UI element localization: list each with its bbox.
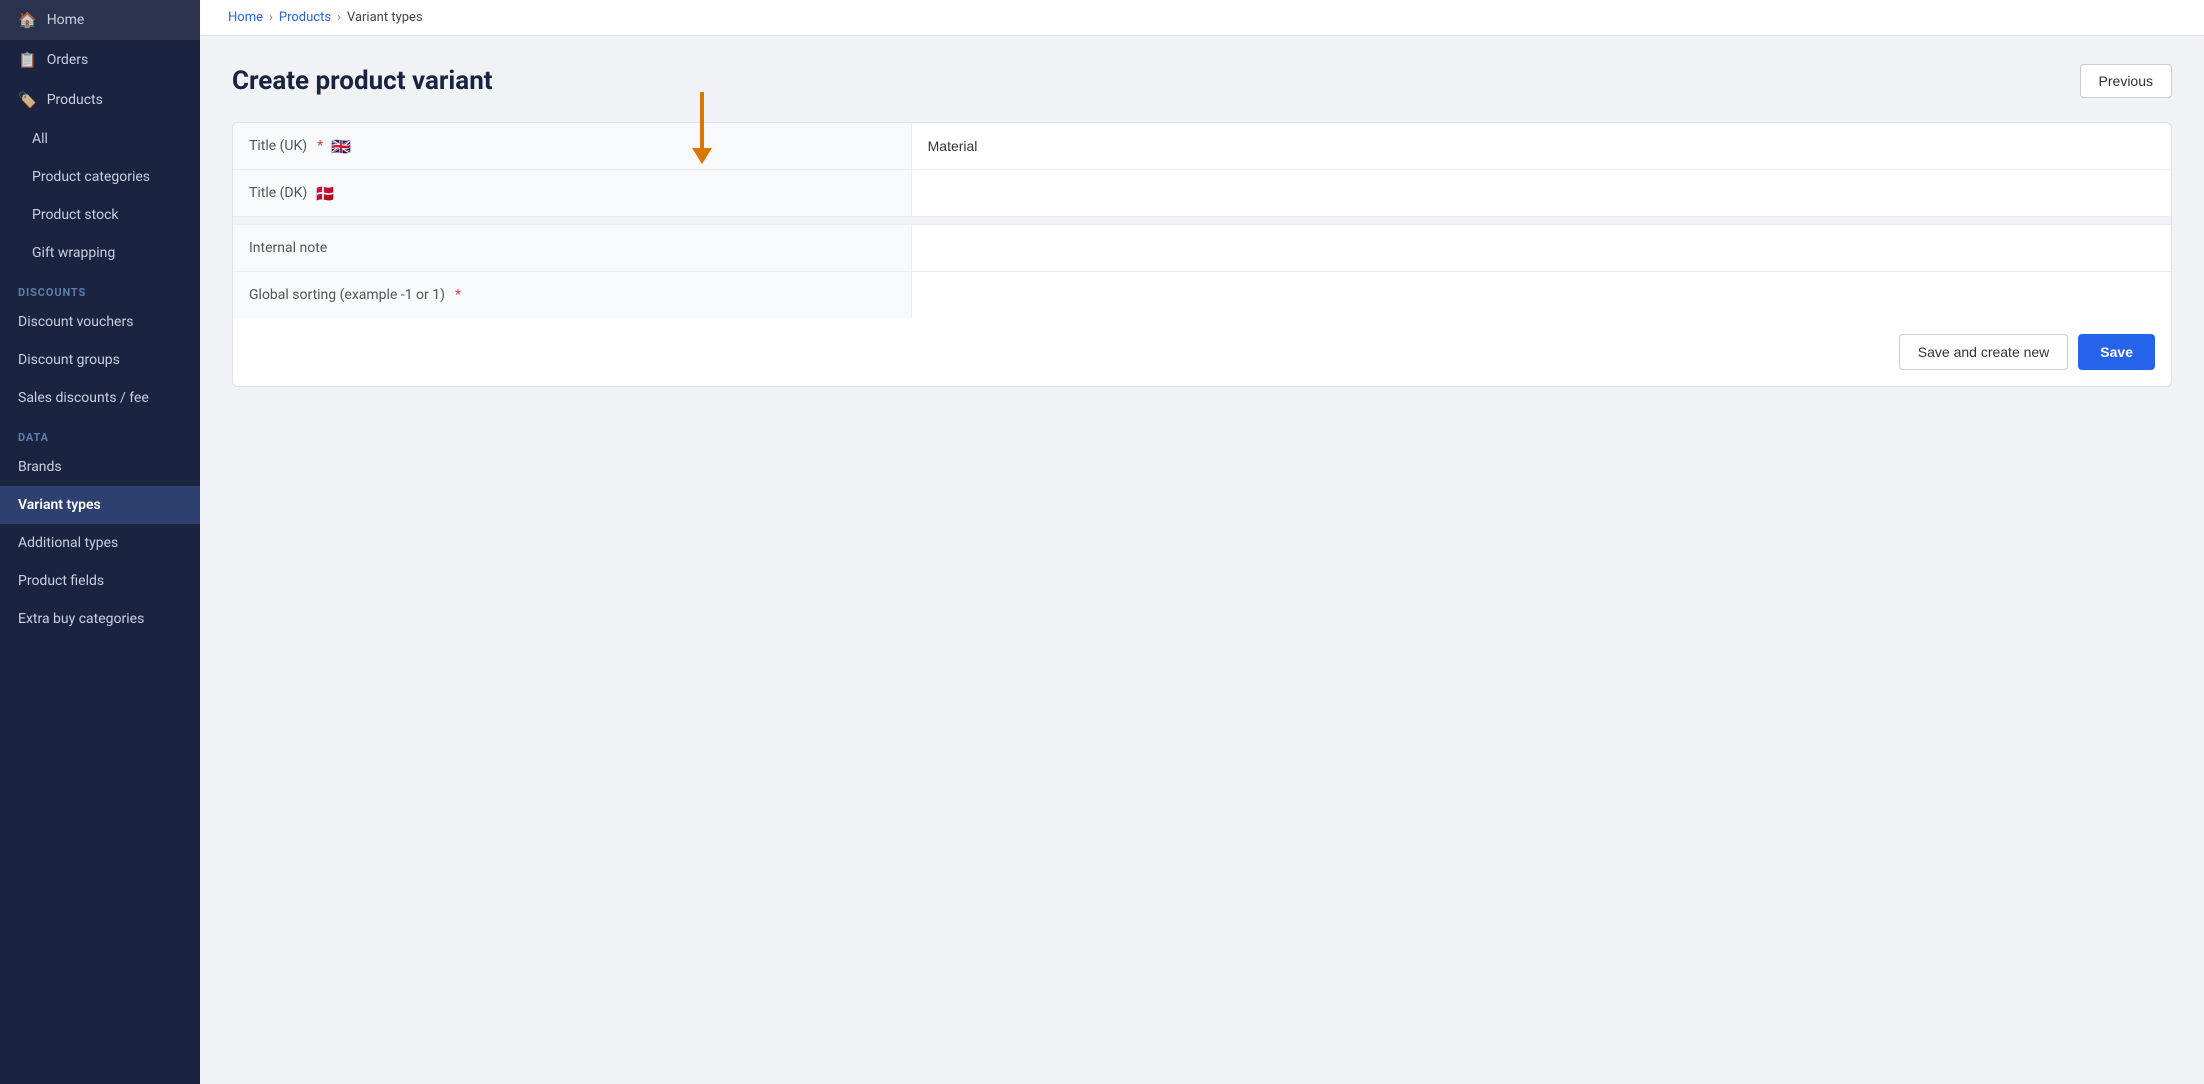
breadcrumb-products[interactable]: Products [279, 10, 331, 25]
sidebar: 🏠 Home 📋 Orders 🏷️ Products All Product … [0, 0, 200, 1084]
breadcrumb-sep-2: › [337, 10, 341, 25]
internal-note-label: Internal note [249, 240, 327, 256]
title-dk-input[interactable] [928, 183, 2155, 203]
sidebar-item-products[interactable]: 🏷️ Products [0, 80, 200, 120]
content-relative: Title (UK) * 🇬🇧 [232, 122, 2172, 387]
sidebar-item-variant-types[interactable]: Variant types [0, 486, 200, 524]
divider-cell [233, 217, 2171, 225]
divider-row [233, 217, 2171, 225]
sidebar-item-extra-buy-categories[interactable]: Extra buy categories [0, 600, 200, 638]
global-sorting-row: Global sorting (example -1 or 1) * [233, 272, 2171, 319]
page-header: Create product variant Previous [232, 64, 2172, 98]
main-content: Home › Products › Variant types Create p… [200, 0, 2204, 1084]
breadcrumb-current: Variant types [347, 10, 423, 25]
sidebar-item-product-categories[interactable]: Product categories [0, 158, 200, 196]
page-title: Create product variant [232, 66, 493, 96]
form-card: Title (UK) * 🇬🇧 [232, 122, 2172, 387]
dk-flag-icon: 🇩🇰 [315, 184, 335, 203]
title-uk-input[interactable] [928, 136, 2155, 156]
global-sorting-label-cell: Global sorting (example -1 or 1) * [233, 272, 911, 319]
breadcrumb-bar: Home › Products › Variant types [200, 0, 2204, 36]
title-uk-value-cell [911, 123, 2170, 170]
title-uk-row: Title (UK) * 🇬🇧 [233, 123, 2171, 170]
global-sorting-label: Global sorting (example -1 or 1) [249, 287, 445, 303]
sidebar-item-home[interactable]: 🏠 Home [0, 0, 200, 40]
title-uk-label: Title (UK) [249, 138, 307, 154]
global-sorting-value-cell [911, 272, 2170, 319]
internal-note-row: Internal note [233, 225, 2171, 272]
title-dk-row: Title (DK) 🇩🇰 [233, 170, 2171, 217]
title-dk-label: Title (DK) [249, 185, 307, 201]
internal-note-input[interactable] [928, 238, 2155, 258]
form-table: Title (UK) * 🇬🇧 [233, 123, 2171, 318]
discounts-section-label: DISCOUNTS [0, 272, 200, 303]
sidebar-item-discount-vouchers[interactable]: Discount vouchers [0, 303, 200, 341]
sidebar-item-additional-types[interactable]: Additional types [0, 524, 200, 562]
internal-note-label-cell: Internal note [233, 225, 911, 272]
orders-icon: 📋 [18, 51, 37, 69]
breadcrumb-home[interactable]: Home [228, 10, 263, 25]
home-icon: 🏠 [18, 11, 37, 29]
global-sorting-input[interactable] [928, 285, 2155, 305]
page-content: Create product variant Previous Title (U… [200, 36, 2204, 1084]
breadcrumb-sep-1: › [269, 10, 273, 25]
title-uk-required: * [317, 138, 323, 154]
sidebar-item-discount-groups[interactable]: Discount groups [0, 341, 200, 379]
data-section-label: DATA [0, 417, 200, 448]
uk-flag-icon: 🇬🇧 [331, 137, 351, 156]
sidebar-item-all[interactable]: All [0, 120, 200, 158]
sidebar-item-sales-discounts[interactable]: Sales discounts / fee [0, 379, 200, 417]
sidebar-item-gift-wrapping[interactable]: Gift wrapping [0, 234, 200, 272]
products-icon: 🏷️ [18, 91, 37, 109]
internal-note-value-cell [911, 225, 2170, 272]
save-button[interactable]: Save [2078, 334, 2155, 370]
sidebar-item-product-stock[interactable]: Product stock [0, 196, 200, 234]
title-uk-label-cell: Title (UK) * 🇬🇧 [233, 123, 911, 170]
sidebar-item-orders[interactable]: 📋 Orders [0, 40, 200, 80]
form-actions: Save and create new Save [233, 318, 2171, 386]
title-dk-label-cell: Title (DK) 🇩🇰 [233, 170, 911, 217]
global-sorting-required: * [455, 287, 461, 303]
previous-button[interactable]: Previous [2080, 64, 2172, 98]
save-and-create-new-button[interactable]: Save and create new [1899, 334, 2069, 370]
sidebar-item-product-fields[interactable]: Product fields [0, 562, 200, 600]
title-dk-value-cell [911, 170, 2170, 217]
sidebar-item-brands[interactable]: Brands [0, 448, 200, 486]
